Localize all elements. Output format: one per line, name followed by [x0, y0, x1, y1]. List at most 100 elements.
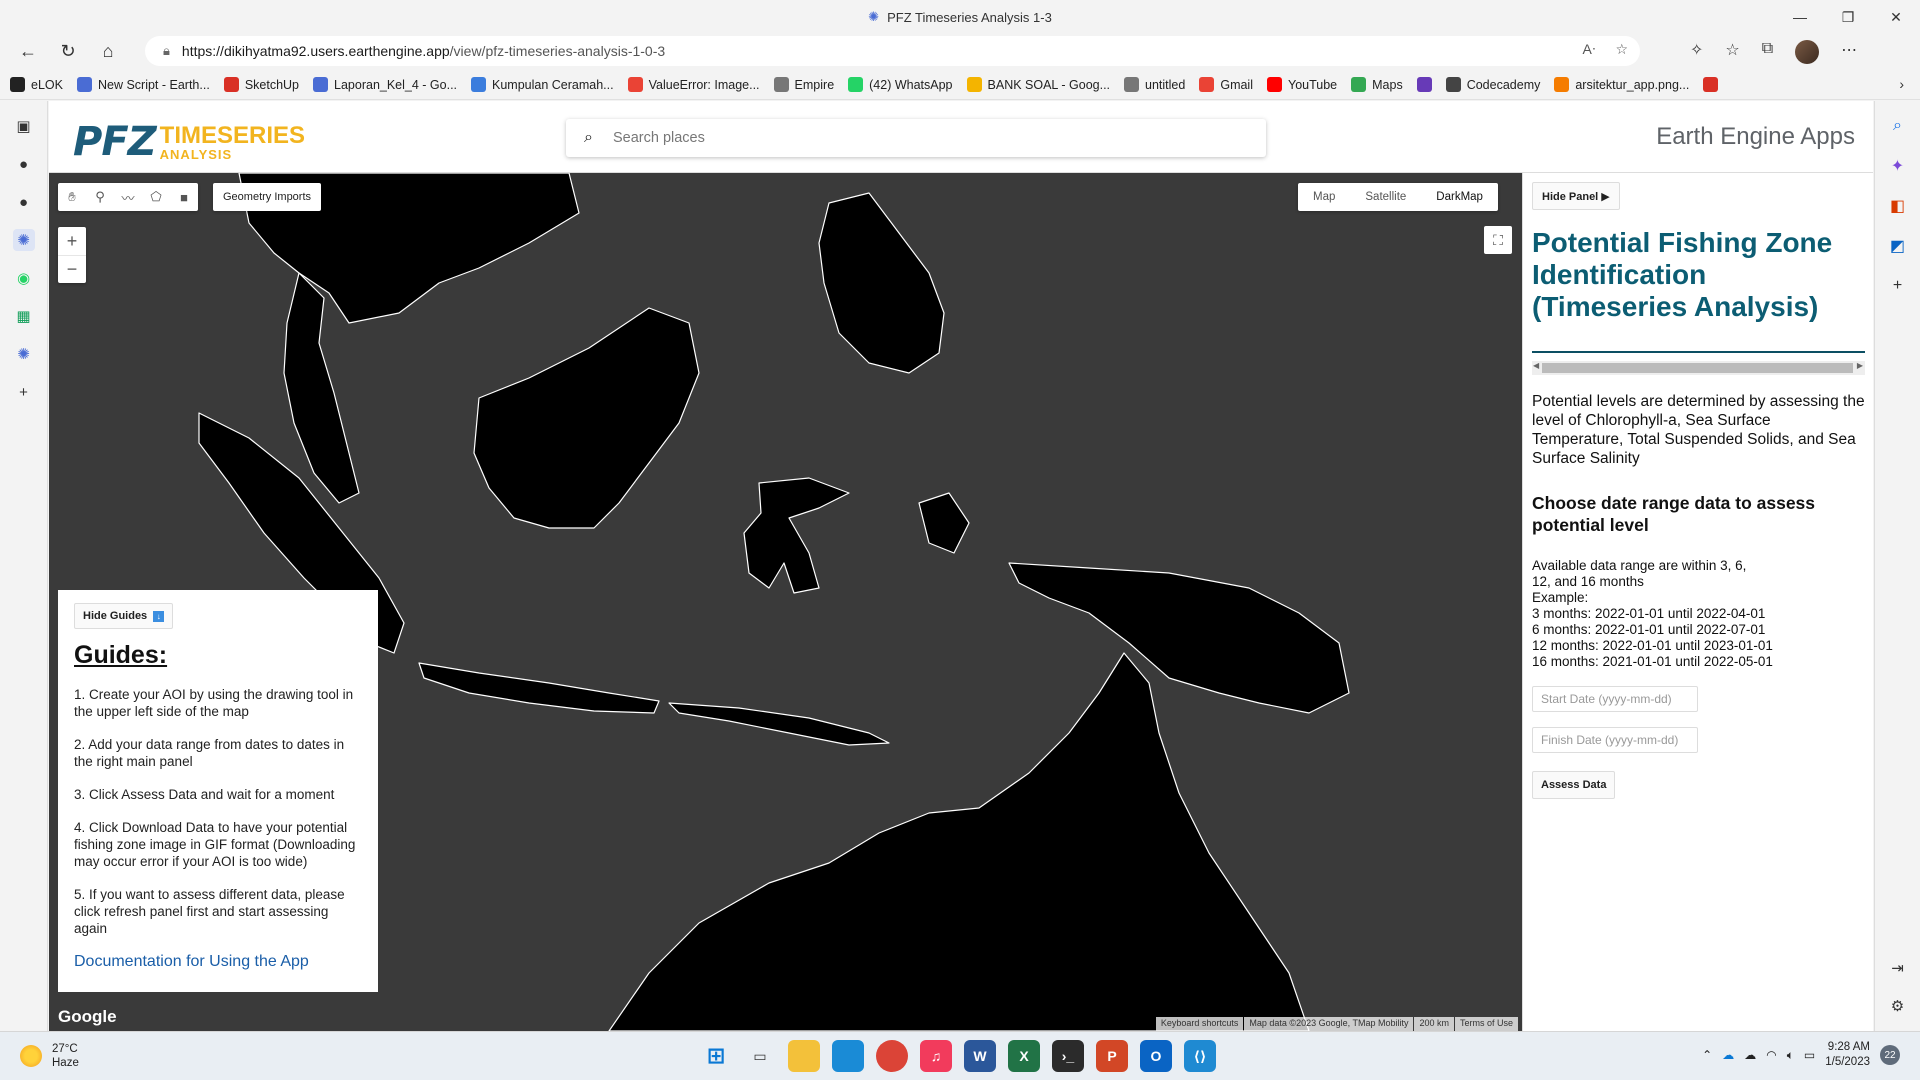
edge-browser-icon[interactable] [832, 1040, 864, 1072]
search-input[interactable] [612, 130, 1213, 146]
assess-data-button[interactable]: Assess Data [1532, 771, 1616, 799]
collections-icon[interactable]: ⧉ [1762, 40, 1773, 64]
sheets-icon[interactable]: ▦ [13, 305, 35, 327]
windows-start-icon[interactable]: ⊞ [700, 1040, 732, 1072]
restore-icon[interactable]: ❐ [1824, 0, 1872, 34]
marker-icon[interactable]: ⚲ [86, 183, 114, 211]
search-icon[interactable]: ⌕ [1887, 115, 1909, 137]
tray-chevron-icon[interactable]: ⌃ [1702, 1048, 1712, 1062]
copilot-icon[interactable]: ✦ [1887, 155, 1909, 177]
documentation-link[interactable]: Documentation for Using the App [74, 953, 362, 971]
scroll-right-icon[interactable]: ▶ [1857, 361, 1863, 370]
outlook-icon[interactable]: ◩ [1887, 235, 1909, 257]
keyboard-shortcuts-link[interactable]: Keyboard shortcuts [1155, 1017, 1244, 1031]
rectangle-tool-icon[interactable]: ■ [170, 183, 198, 211]
bookmark-item[interactable]: untitled [1124, 77, 1185, 92]
refresh-icon[interactable]: ↻ [48, 35, 88, 67]
vscode-icon[interactable]: ⟨⟩ [1184, 1040, 1216, 1072]
powerpoint-icon[interactable]: P [1096, 1040, 1128, 1072]
excel-icon[interactable]: X [1008, 1040, 1040, 1072]
onedrive-icon[interactable]: ☁ [1722, 1048, 1734, 1062]
word-icon[interactable]: W [964, 1040, 996, 1072]
github-icon[interactable]: ● [13, 191, 35, 213]
task-view-icon[interactable]: ▭ [744, 1040, 776, 1072]
geometry-imports-button[interactable]: Geometry Imports [213, 183, 322, 211]
earth-engine-icon[interactable]: ✺ [13, 343, 35, 365]
system-tray: ⌃ ☁ ☁ ◠ 🔈︎ ▭ 9:28 AM 1/5/2023 22 [1702, 1040, 1900, 1070]
bookmark-item[interactable]: Kumpulan Ceramah... [471, 77, 614, 92]
finish-date-input[interactable] [1532, 727, 1698, 753]
scale-bar[interactable]: 200 km [1414, 1017, 1454, 1031]
cloud-icon[interactable]: ☁ [1744, 1048, 1756, 1062]
bookmark-item[interactable]: Codecademy [1445, 77, 1540, 92]
chrome-icon[interactable] [876, 1040, 908, 1072]
url-host: https://dikihyatma92.users.earthengine.a… [181, 43, 450, 59]
bookmark-item[interactable]: YouTube [1267, 77, 1337, 92]
line-tool-icon[interactable]: 〰 [114, 183, 142, 211]
volume-icon[interactable]: 🔈︎ [1787, 1048, 1794, 1063]
bookmark-item[interactable]: Maps [1351, 77, 1403, 92]
pan-hand-icon[interactable]: ✋︎ [58, 183, 86, 211]
more-menu-icon[interactable]: ⋯ [1841, 40, 1857, 64]
office-icon[interactable]: ◧ [1887, 195, 1909, 217]
scroll-thumb[interactable] [1542, 363, 1853, 373]
taskbar-apps: ⊞ ▭ ♫ W X ›_ P O ⟨⟩ [700, 1040, 1216, 1072]
bookmarks-overflow-icon[interactable]: › [1899, 76, 1904, 92]
bookmark-item[interactable]: (42) WhatsApp [848, 77, 953, 92]
settings-gear-icon[interactable]: ⚙ [1891, 997, 1904, 1015]
fullscreen-button[interactable]: ⛶ [1484, 226, 1512, 254]
add-icon[interactable]: + [13, 381, 35, 403]
file-explorer-icon[interactable] [788, 1040, 820, 1072]
bookmark-item[interactable] [1703, 77, 1719, 92]
bookmark-item[interactable]: eLOK [10, 77, 63, 92]
favorites-icon[interactable]: ☆ [1725, 40, 1739, 64]
hide-guides-button[interactable]: Hide Guides ↓ [74, 603, 174, 629]
map-type-darkmap[interactable]: DarkMap [1421, 191, 1498, 203]
bookmark-item[interactable]: BANK SOAL - Goog... [966, 77, 1110, 92]
map-type-satellite[interactable]: Satellite [1350, 191, 1421, 203]
hide-panel-button[interactable]: Hide Panel ▶ [1532, 182, 1620, 210]
battery-icon[interactable]: ▭ [1804, 1048, 1815, 1062]
terminal-icon[interactable]: ›_ [1052, 1040, 1084, 1072]
clock[interactable]: 9:28 AM 1/5/2023 [1825, 1040, 1870, 1070]
home-icon[interactable]: ⌂ [88, 35, 128, 67]
url-field[interactable]: 🔒︎ https://dikihyatma92.users.earthengin… [145, 36, 1640, 66]
whatsapp-icon[interactable]: ◉ [13, 267, 35, 289]
github-icon[interactable]: ● [13, 153, 35, 175]
profile-avatar[interactable] [1795, 40, 1820, 64]
map-canvas[interactable]: ✋︎ ⚲ 〰 ⬠ ■ Geometry Imports + − Map Sate… [49, 173, 1522, 1031]
favorite-star-icon[interactable]: ☆ [1615, 41, 1628, 58]
wifi-icon[interactable]: ◠ [1766, 1048, 1776, 1062]
zoom-out-button[interactable]: − [58, 255, 86, 283]
bookmark-item[interactable]: Empire [773, 77, 834, 92]
start-date-input[interactable] [1532, 686, 1698, 712]
bookmark-item[interactable]: Laporan_Kel_4 - Go... [313, 77, 457, 92]
read-aloud-icon[interactable]: Aᐧ [1583, 41, 1596, 58]
tabs-icon[interactable]: ▣ [13, 115, 35, 137]
add-icon[interactable]: + [1887, 275, 1909, 297]
terms-link[interactable]: Terms of Use [1454, 1017, 1518, 1031]
bookmark-item[interactable]: New Script - Earth... [76, 77, 210, 92]
notification-badge[interactable]: 22 [1880, 1045, 1900, 1065]
bookmark-item[interactable]: arsitektur_app.png... [1554, 77, 1689, 92]
bookmark-item[interactable]: SketchUp [223, 77, 299, 92]
zoom-in-button[interactable]: + [58, 227, 86, 255]
bookmark-item[interactable] [1416, 77, 1432, 92]
back-icon[interactable]: ← [8, 35, 48, 67]
land-maluku [918, 492, 970, 554]
browser-right-sidebar: ⌕ ✦ ◧ ◩ + ⇥ ⚙ [1874, 101, 1920, 1031]
music-app-icon[interactable]: ♫ [920, 1040, 952, 1072]
horizontal-scrollbar[interactable]: ◀ ▶ [1532, 361, 1865, 375]
extensions-icon[interactable]: ✧ [1690, 40, 1703, 64]
earth-engine-icon[interactable]: ✺ [12, 229, 35, 251]
close-icon[interactable]: ✕ [1872, 0, 1920, 34]
outlook-icon[interactable]: O [1140, 1040, 1172, 1072]
sidebar-toggle-icon[interactable]: ⇥ [1891, 959, 1904, 977]
bookmark-item[interactable]: ValueError: Image... [627, 77, 760, 92]
minimize-icon[interactable]: — [1776, 0, 1824, 34]
scroll-left-icon[interactable]: ◀ [1533, 361, 1539, 370]
polygon-tool-icon[interactable]: ⬠ [142, 183, 170, 211]
bookmark-item[interactable]: Gmail [1199, 77, 1253, 92]
map-type-map[interactable]: Map [1298, 191, 1350, 203]
weather-widget[interactable]: 27°C Haze [20, 1042, 79, 1070]
